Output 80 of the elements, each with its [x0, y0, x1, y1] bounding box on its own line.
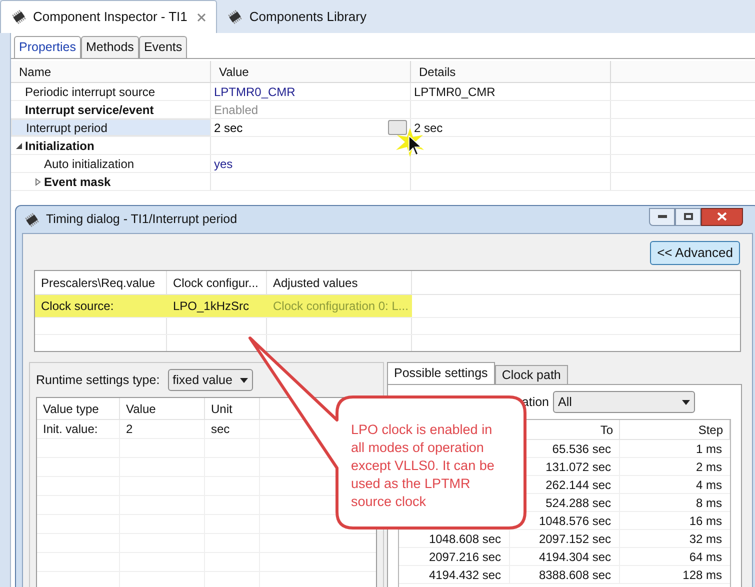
property-details: LPTMR0_CMR — [414, 84, 496, 100]
column-header[interactable]: Step — [698, 420, 723, 438]
property-name: Initialization — [25, 138, 94, 154]
property-name-cell[interactable]: Interrupt service/event — [11, 101, 211, 118]
tab-label: Component Inspector - TI1 — [33, 8, 188, 26]
table-cell-text: 2097.216 sec — [428, 548, 501, 566]
property-value: LPTMR0_CMR — [214, 84, 296, 100]
caret-icon — [682, 400, 690, 404]
maximize-button[interactable] — [675, 208, 701, 226]
table-cell-text: 64 ms — [689, 548, 722, 566]
table-cell-text: 32 ms — [689, 530, 722, 548]
runtime-type-dropdown[interactable]: fixed value — [168, 369, 253, 391]
runtime-settings-label: Runtime settings type: — [36, 372, 160, 389]
table-cell-text: 2097.152 sec — [538, 530, 611, 548]
window-title: Timing dialog - TI1/Interrupt period — [46, 211, 238, 228]
column-header[interactable]: Name — [11, 61, 211, 82]
settings-tab[interactable]: Possible settings — [387, 362, 495, 384]
table-cell-text: 262.144 sec — [546, 476, 611, 494]
column-header[interactable]: Value — [211, 61, 411, 82]
table-cell-text: Clock source: — [40, 298, 115, 315]
table-cell-text: 524.288 sec — [546, 494, 611, 512]
property-name-cell[interactable]: Periodic interrupt source — [11, 83, 211, 100]
close-icon[interactable] — [197, 12, 206, 22]
table-cell-text: 65.536 sec — [552, 440, 611, 458]
expanded-triangle-icon[interactable] — [15, 142, 23, 150]
table-cell-text: 4194.304 sec — [538, 548, 611, 566]
caret-icon — [240, 378, 248, 382]
table-cell-text: 2 ms — [696, 458, 722, 476]
advanced-button[interactable]: << Advanced — [650, 241, 740, 265]
chip-icon — [227, 10, 244, 24]
close-icon — [717, 212, 727, 221]
callout-text: LPO clock is enabled in all modes of operation except VLLS0. It can be used as the LPTMR source clock — [351, 421, 496, 511]
table-cell-text: Clock configuration 0: L... — [272, 298, 410, 315]
table-cell-text: 2 — [126, 421, 133, 438]
close-button[interactable] — [701, 208, 743, 226]
editor-tab[interactable]: Component Inspector - TI1 — [0, 0, 218, 33]
property-name: Interrupt period — [26, 120, 108, 136]
collapsed-triangle-icon[interactable] — [34, 178, 42, 186]
column-header[interactable]: To — [600, 420, 613, 438]
table-cell-text: 16 ms — [689, 512, 722, 530]
property-name: Periodic interrupt source — [25, 84, 156, 100]
table-cell-text: 1048.576 sec — [538, 512, 611, 530]
table-cell-text: 1 ms — [696, 440, 722, 458]
settings-tab[interactable]: Clock path — [494, 365, 568, 384]
property-name: Event mask — [44, 174, 111, 190]
table-cell-text: 4194.432 sec — [428, 566, 501, 584]
table-cell-text: Init. value: — [43, 421, 98, 438]
table-cell-text: 131.072 sec — [546, 458, 611, 476]
column-header[interactable]: Details — [411, 61, 611, 82]
column-header[interactable]: Adjusted values — [267, 271, 412, 294]
property-value: yes — [214, 156, 233, 172]
property-name-cell[interactable]: Interrupt period — [11, 119, 211, 136]
table-cell-text: 1048.608 sec — [428, 530, 501, 548]
table-cell-text: 8 ms — [696, 494, 722, 512]
column-header[interactable]: Unit — [205, 398, 260, 419]
table-cell-text: 8388.608 sec — [538, 566, 611, 584]
column-header[interactable]: Prescalers\Req.value — [35, 271, 167, 294]
property-name-cell[interactable]: Event mask — [11, 173, 211, 190]
property-value: Enabled — [214, 102, 258, 118]
editor-tab[interactable]: Components Library — [217, 0, 376, 33]
property-value: 2 sec — [214, 120, 243, 136]
tab-label: Components Library — [249, 8, 366, 26]
highlighted-row[interactable]: Clock source: LPO_1kHzSrc Clock configuration 0: L... — [35, 295, 412, 317]
property-details: 2 sec — [414, 120, 443, 136]
column-header[interactable]: Value type — [37, 398, 120, 419]
column-header[interactable]: Clock configur... — [167, 271, 267, 294]
property-name-cell[interactable]: Initialization — [11, 137, 211, 154]
property-name: Interrupt service/event — [25, 102, 154, 118]
property-name: Auto initialization — [44, 156, 134, 172]
table-cell-text: LPO_1kHzSrc — [172, 298, 250, 315]
minimize-button[interactable] — [649, 208, 675, 226]
property-tab[interactable]: Events — [138, 36, 188, 58]
table-cell-text: 128 ms — [682, 566, 722, 584]
table-cell-text: sec — [211, 421, 230, 438]
configuration-dropdown[interactable]: All — [553, 391, 695, 413]
property-tab[interactable]: Properties — [14, 36, 81, 58]
property-tab[interactable]: Methods — [80, 36, 139, 58]
table-cell-text: 4 ms — [696, 476, 722, 494]
column-header[interactable]: Value — [120, 398, 205, 419]
property-name-cell[interactable]: Auto initialization — [11, 155, 211, 172]
